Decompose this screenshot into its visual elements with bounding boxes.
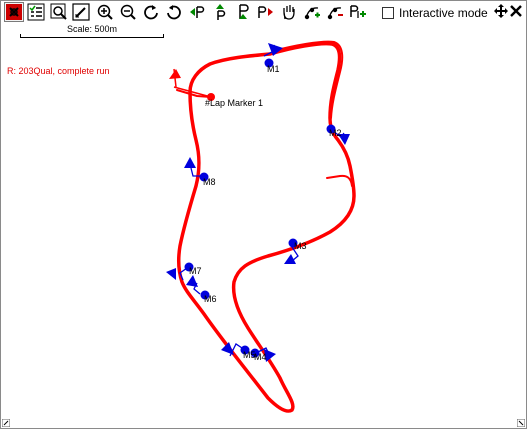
track-map-canvas[interactable]: #Lap Marker 1 M1 M2 M3 M4 M5 M6 M7 M8	[0, 0, 527, 429]
marker-m4-label: M4	[254, 352, 267, 362]
resize-corner-left-icon[interactable]	[2, 419, 10, 427]
marker-m6-label: M6	[204, 294, 217, 304]
resize-corner-right-icon[interactable]	[517, 419, 525, 427]
lap-marker-label: #Lap Marker 1	[205, 98, 263, 108]
marker-m8-label: M8	[203, 177, 216, 187]
marker-m1-label: M1	[267, 64, 280, 74]
marker-m5-label: M5	[243, 350, 256, 360]
marker-m6[interactable]: M6	[186, 275, 217, 304]
marker-m7[interactable]: M7	[166, 262, 202, 281]
marker-m2-label: M2	[329, 128, 342, 138]
marker-m3-label: M3	[294, 241, 307, 251]
marker-m7-label: M7	[189, 266, 202, 276]
lap-marker[interactable]: #Lap Marker 1	[169, 68, 263, 108]
marker-m1[interactable]: M1	[263, 43, 283, 74]
